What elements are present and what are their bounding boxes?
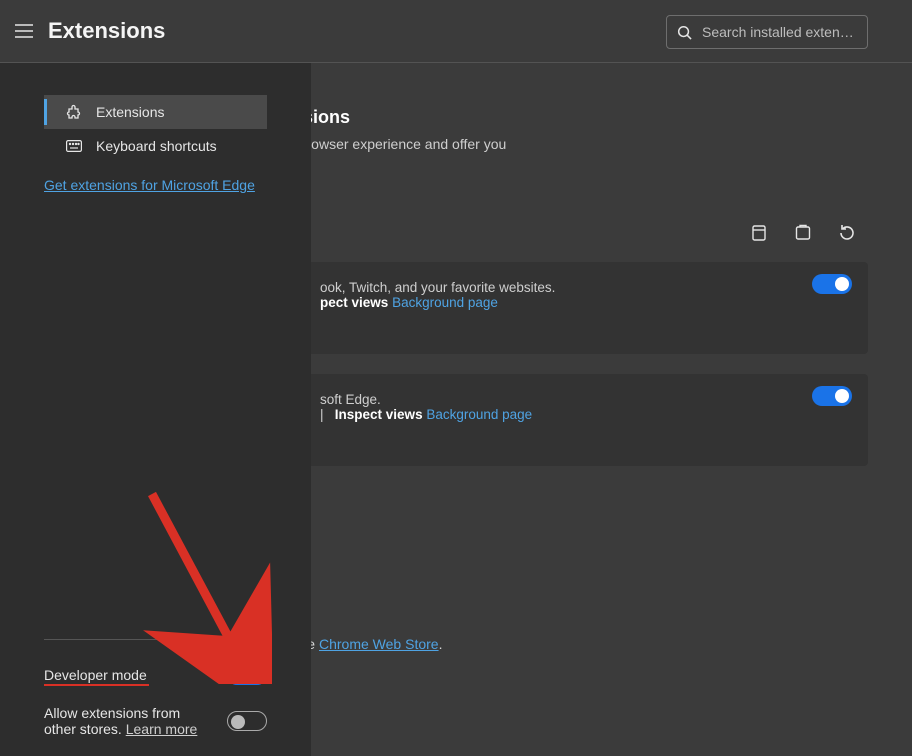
pack-icon[interactable] <box>794 224 812 242</box>
pipe: | <box>320 407 324 422</box>
search-box[interactable] <box>666 15 868 49</box>
allow-other-stores-label: Allow extensions from other stores. Lear… <box>44 705 197 737</box>
background-page-link[interactable]: Background page <box>426 407 532 422</box>
inspect-label: Inspect views <box>335 407 423 422</box>
puzzle-icon <box>66 104 82 120</box>
divider <box>44 639 267 640</box>
developer-mode-label: Developer mode <box>44 667 147 683</box>
developer-mode-row: Developer mode <box>44 652 267 698</box>
allow-other-stores-row: Allow extensions from other stores. Lear… <box>44 698 267 744</box>
footer-period: . <box>439 636 443 652</box>
sidebar-item-label: Extensions <box>96 104 164 120</box>
background-page-link[interactable]: Background page <box>392 295 498 310</box>
sidebar-item-label: Keyboard shortcuts <box>96 138 217 154</box>
header: Extensions <box>0 0 912 63</box>
search-icon <box>677 25 692 40</box>
learn-more-link[interactable]: Learn more <box>126 721 198 737</box>
hamburger-icon <box>15 24 33 38</box>
sidebar-item-extensions[interactable]: Extensions <box>44 95 267 129</box>
search-input[interactable] <box>702 24 857 40</box>
extension-desc: soft Edge. <box>320 392 381 407</box>
inspect-label: pect views <box>320 295 388 310</box>
developer-mode-toggle[interactable] <box>227 665 267 685</box>
keyboard-icon <box>66 138 82 154</box>
extension-toggle[interactable] <box>812 386 852 406</box>
sidebar-item-keyboard-shortcuts[interactable]: Keyboard shortcuts <box>44 129 267 163</box>
chrome-web-store-link[interactable]: Chrome Web Store <box>319 636 439 652</box>
get-extensions-link[interactable]: Get extensions for Microsoft Edge <box>44 177 267 193</box>
allow-line1: Allow extensions from <box>44 705 180 721</box>
sidebar: Extensions Keyboard shortcuts Get extens… <box>0 63 311 756</box>
hamburger-menu-button[interactable] <box>0 0 48 63</box>
reload-icon[interactable] <box>838 224 856 242</box>
allow-line2: other stores. <box>44 721 122 737</box>
remove-icon[interactable] <box>750 224 768 242</box>
sidebar-bottom: Developer mode Allow extensions from oth… <box>44 639 267 744</box>
extension-desc: ook, Twitch, and your favorite websites. <box>320 280 555 295</box>
page-title: Extensions <box>48 18 165 44</box>
allow-other-stores-toggle[interactable] <box>227 711 267 731</box>
extension-toggle[interactable] <box>812 274 852 294</box>
